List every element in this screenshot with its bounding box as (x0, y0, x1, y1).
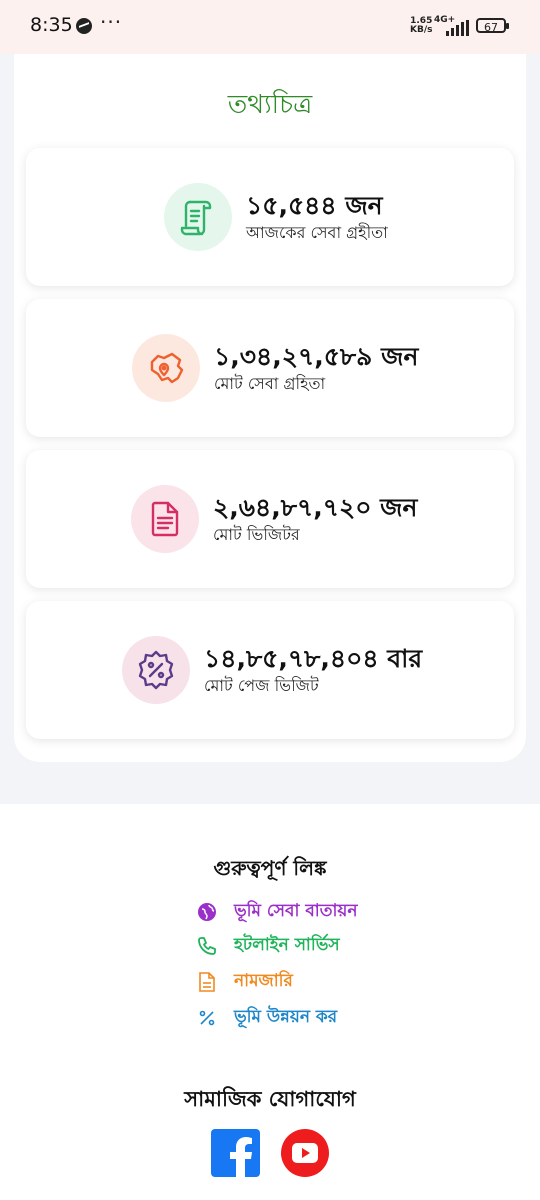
stat-label: মোট ভিজিটর (213, 525, 300, 544)
link-label: ভূমি সেবা বাতায়ন (234, 901, 358, 921)
youtube-icon[interactable] (281, 1129, 329, 1177)
more-notifications-icon: ··· (100, 10, 123, 34)
social-title: সামাজিক যোগাযোগ (184, 1087, 356, 1111)
status-bar: 8:35 ··· 1.65 KB/s 4G+ 67 (0, 0, 540, 54)
stat-card-total-visitors: ২,৬৪,৮৭,৭২০ জন মোট ভিজিটর (26, 450, 514, 588)
stat-value: ২,৬৪,৮৭,৭২০ জন (213, 493, 418, 522)
link-mutation[interactable]: নামজারি (196, 968, 293, 996)
signal-icon (446, 20, 470, 36)
stat-value: ১৪,৮৫,৭৮,৪০৪ বার (204, 644, 423, 673)
percent-badge-icon (122, 636, 190, 704)
map-pin-icon (132, 334, 200, 402)
document-scroll-icon (164, 183, 232, 251)
stat-card-total-page-visits: ১৪,৮৫,৭৮,৪০৪ বার মোট পেজ ভিজিট (26, 601, 514, 739)
important-links-title: গুরুত্বপূর্ণ লিঙ্ক (213, 856, 327, 880)
stat-label: মোট সেবা গ্রহিতা (214, 374, 326, 393)
link-label: ভূমি উন্নয়ন কর (234, 1007, 338, 1027)
link-label: নামজারি (234, 971, 293, 991)
file-icon (196, 971, 218, 993)
stat-value: ১,৩৪,২৭,৫৮৯ জন (214, 342, 419, 371)
link-land-service-portal[interactable]: ভূমি সেবা বাতায়ন (196, 898, 358, 926)
stat-label: মোট পেজ ভিজিট (204, 676, 319, 695)
link-hotline-service[interactable]: হটলাইন সার্ভিস (196, 932, 340, 960)
link-label: হটলাইন সার্ভিস (234, 935, 340, 955)
percent-icon (196, 1007, 218, 1029)
link-land-development-tax[interactable]: ভূমি উন্নয়ন কর (196, 1004, 337, 1032)
status-time: 8:35 (30, 14, 73, 36)
stat-label: আজকের সেবা গ্রহীতা (246, 223, 388, 242)
facebook-icon[interactable] (211, 1129, 260, 1177)
stat-value: ১৫,৫৪৪ জন (246, 191, 383, 220)
network-speed: 1.65 KB/s (410, 16, 433, 35)
document-icon (131, 485, 199, 553)
infographic-panel: তথ্যচিত্র ১৫,৫৪৪ জন আজকের সেবা গ্রহীতা ১… (14, 54, 526, 762)
messenger-icon (76, 18, 92, 34)
battery-level: 67 (476, 18, 509, 34)
phone-icon (196, 935, 218, 957)
globe-icon (196, 901, 218, 923)
stat-card-total-recipients: ১,৩৪,২৭,৫৮৯ জন মোট সেবা গ্রহিতা (26, 299, 514, 437)
infographic-title: তথ্যচিত্র (227, 90, 313, 120)
stat-card-today-recipients: ১৫,৫৪৪ জন আজকের সেবা গ্রহীতা (26, 148, 514, 286)
infographic-section: তথ্যচিত্র ১৫,৫৪৪ জন আজকের সেবা গ্রহীতা ১… (0, 54, 540, 804)
